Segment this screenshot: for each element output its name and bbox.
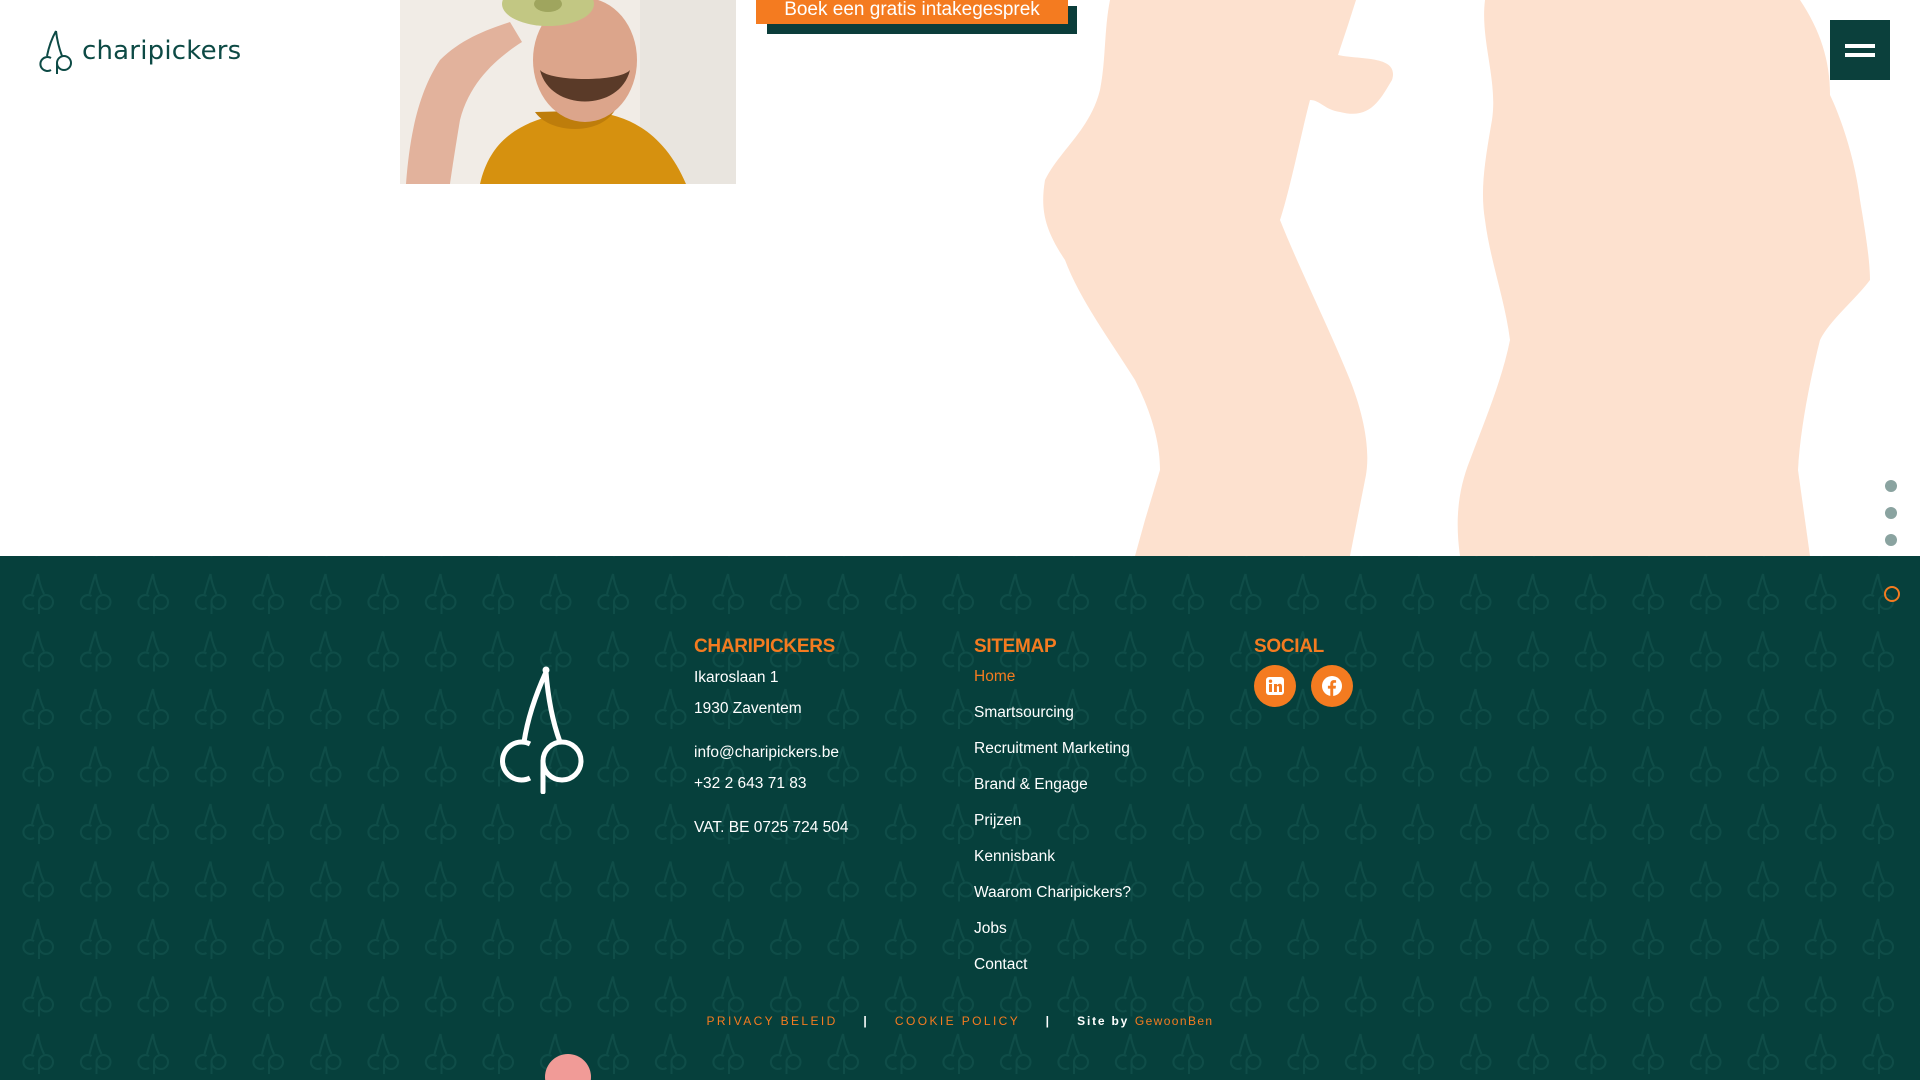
logo-wordmark: charipickers <box>82 36 242 66</box>
sitemap-link-home[interactable]: Home <box>974 662 1131 698</box>
section-dot[interactable] <box>1885 480 1897 492</box>
hamburger-icon-bar <box>1845 43 1875 48</box>
sitemap-link-prijzen[interactable]: Prijzen <box>974 806 1131 842</box>
sitemap-link-smartsourcing[interactable]: Smartsourcing <box>974 698 1131 734</box>
sitemap-link-brand-engage[interactable]: Brand & Engage <box>974 770 1131 806</box>
social-links <box>1254 665 1353 707</box>
linkedin-button[interactable] <box>1254 665 1296 707</box>
site-by-label: Site by <box>1077 1014 1130 1028</box>
cta-wrapper: Boek een gratis intakegesprek <box>756 0 1077 34</box>
gewoonben-credit-link[interactable]: GewoonBen <box>1135 1014 1214 1028</box>
cherry-logo-icon <box>39 30 72 74</box>
linkedin-icon <box>1266 677 1284 695</box>
footer-company-column: CHARIPICKERS Ikaroslaan 1 1930 Zaventem … <box>694 636 849 843</box>
section-dot[interactable] <box>1885 534 1897 546</box>
cp-pattern-background <box>0 556 1920 1080</box>
phone-link[interactable]: +32 2 643 71 83 <box>694 768 849 799</box>
sitemap-link-recruitment-marketing[interactable]: Recruitment Marketing <box>974 734 1131 770</box>
footer-social-column: SOCIAL <box>1254 636 1353 707</box>
privacy-policy-link[interactable]: PRIVACY BELEID <box>706 1014 837 1028</box>
section-dot[interactable] <box>1885 507 1897 519</box>
vat-number: VAT. BE 0725 724 504 <box>694 819 849 836</box>
cookie-policy-link[interactable]: COOKIE POLICY <box>895 1014 1020 1028</box>
sitemap-link-contact[interactable]: Contact <box>974 950 1131 986</box>
man-with-donut-image <box>400 0 736 184</box>
book-intake-button[interactable]: Boek een gratis intakegesprek <box>756 0 1068 24</box>
address-street: Ikaroslaan 1 <box>694 669 779 686</box>
facebook-icon <box>1322 676 1342 696</box>
hero-section: charipickers Boek een gratis intakegespr… <box>0 0 1920 556</box>
company-heading: CHARIPICKERS <box>694 636 836 657</box>
cherry-footer-logo-icon <box>500 666 584 794</box>
charipickers-logo[interactable]: charipickers <box>38 28 241 74</box>
sitemap-link-kennisbank[interactable]: Kennisbank <box>974 842 1131 878</box>
footer-sitemap-column: SITEMAP Home Smartsourcing Recruitment M… <box>974 636 1131 986</box>
sitemap-link-waarom[interactable]: Waarom Charipickers? <box>974 878 1131 914</box>
sitemap-link-jobs[interactable]: Jobs <box>974 914 1131 950</box>
social-heading: SOCIAL <box>1254 636 1324 657</box>
legal-separator: | <box>863 1014 870 1028</box>
hero-photo <box>400 0 736 184</box>
scroll-top-ring-icon[interactable] <box>1884 586 1900 602</box>
footer-legal-line: PRIVACY BELEID | COOKIE POLICY | Site by… <box>0 1014 1920 1028</box>
email-link[interactable]: info@charipickers.be <box>694 737 849 768</box>
facebook-button[interactable] <box>1311 665 1353 707</box>
legal-separator: | <box>1045 1014 1052 1028</box>
address-city: 1930 Zaventem <box>694 700 802 717</box>
site-footer: CHARIPICKERS Ikaroslaan 1 1930 Zaventem … <box>0 556 1920 1080</box>
hamburger-icon-bar <box>1845 52 1875 57</box>
section-nav-dots <box>1885 480 1897 546</box>
sitemap-heading: SITEMAP <box>974 636 1057 657</box>
people-silhouette-illustration <box>1043 0 1870 556</box>
menu-button[interactable] <box>1830 20 1890 80</box>
